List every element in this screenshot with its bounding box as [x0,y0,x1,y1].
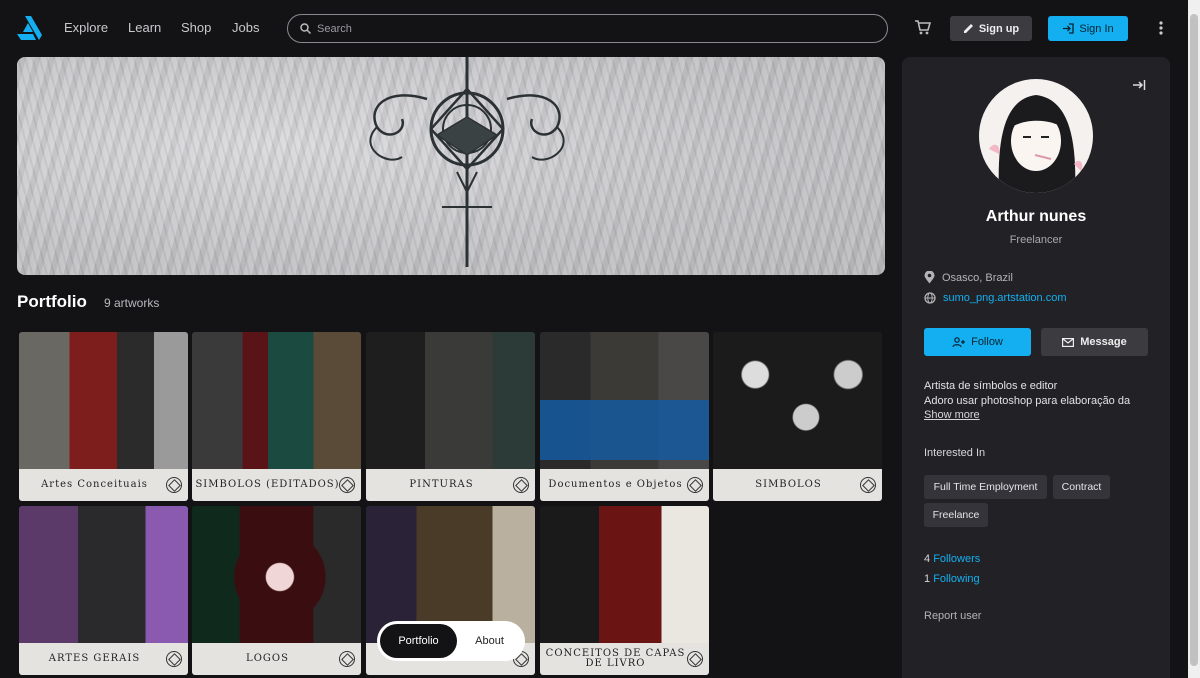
portfolio-item-artes-gerais[interactable]: ARTES GERAIS [19,506,188,675]
pencil-icon [963,24,973,33]
profile-website: sumo_png.artstation.com [924,292,1067,304]
profile-sidebar: Arthur nunes Freelancer Osasco, Brazil s… [902,57,1170,678]
portfolio-title: Portfolio [17,292,87,311]
avatar-illustration [989,95,1083,193]
profile-cover-banner [17,57,885,275]
sigil-mark-icon [513,477,529,493]
interest-chip-full-time: Full Time Employment [924,475,1047,499]
portfolio-item-simbolos-editados[interactable]: SIMBOLOS (EDITADOS) [192,332,361,501]
portfolio-item-simbolos[interactable]: SIMBOLOS [713,332,882,501]
sigil-mark-icon [687,477,703,493]
tab-about[interactable]: About [457,624,522,658]
profile-role: Freelancer [1009,234,1063,246]
website-link[interactable]: sumo_png.artstation.com [943,292,1067,304]
artwork-thumbnail [540,506,709,648]
follow-label: Follow [971,336,1003,348]
tile-label: Artes Conceituais [41,479,148,490]
following-link[interactable]: Following [933,573,979,585]
portfolio-item-pinturas[interactable]: PINTURAS [366,332,535,501]
artwork-thumbnail [366,332,535,474]
location-text: Osasco, Brazil [942,271,1013,284]
collapse-sidebar-icon[interactable] [1132,79,1146,91]
sigil-mark-icon [687,651,703,667]
mail-icon [1062,337,1075,347]
interested-in-heading: Interested In [924,447,986,459]
profile-location: Osasco, Brazil [924,271,1013,284]
portfolio-item-conceitos-de-capas[interactable]: CONCEITOS DE CAPAS DE LIVRO [540,506,709,675]
page-scrollbar-thumb[interactable] [1190,14,1198,666]
sign-up-label: Sign up [978,22,1020,35]
nav-explore[interactable]: Explore [64,20,108,35]
sigil-mark-icon [166,651,182,667]
sign-in-button[interactable]: Sign In [1048,16,1128,41]
tile-label: CONCEITOS DE CAPAS DE LIVRO [545,648,686,669]
nav-shop[interactable]: Shop [181,20,211,35]
artwork-thumbnail [192,506,361,648]
avatar [979,79,1093,193]
artwork-thumbnail [192,332,361,474]
artwork-thumbnail [713,332,882,474]
artstation-logo-icon[interactable] [16,16,42,40]
search-bar[interactable] [287,14,888,43]
report-user-link[interactable]: Report user [924,610,981,622]
message-label: Message [1080,336,1127,348]
top-navbar: Explore Learn Shop Jobs Sign up Sign In [0,0,1200,57]
cart-icon[interactable] [915,20,931,35]
sign-in-label: Sign In [1079,22,1114,35]
tile-label: ARTES GERAIS [48,653,141,664]
following-stat[interactable]: 1 Following [924,573,980,585]
profile-bio: Artista de símbolos e editor Adoro usar … [924,379,1154,409]
nav-jobs[interactable]: Jobs [232,20,259,35]
message-button[interactable]: Message [1041,328,1148,356]
tile-label: SIMBOLOS (EDITADOS) [195,479,340,490]
interest-chip-freelance: Freelance [924,503,988,527]
bio-line: Adoro usar photoshop para elaboração da [924,395,1131,407]
sigil-mark-icon [860,477,876,493]
sigil-mark-icon [339,651,355,667]
tile-label: LOGOS [246,653,289,664]
show-more-link[interactable]: Show more [924,409,980,421]
followers-count: 4 [924,553,931,565]
followers-link[interactable]: Followers [933,553,980,565]
sigil-mark-icon [166,477,182,493]
artwork-count: 9 artworks [104,296,160,310]
portfolio-item-artes-conceituais[interactable]: Artes Conceituais [19,332,188,501]
interest-chip-contract: Contract [1053,475,1110,499]
profile-tabs: Portfolio About [377,621,525,661]
search-icon [300,23,311,34]
tile-label: Documentos e Objetos [548,479,683,490]
globe-icon [924,292,936,304]
add-user-icon [952,336,966,347]
artwork-thumbnail [19,506,188,648]
nav-learn[interactable]: Learn [128,20,161,35]
location-pin-icon [924,271,935,284]
profile-name: Arthur nunes [985,208,1087,225]
tab-portfolio[interactable]: Portfolio [380,624,457,658]
bio-line: Artista de símbolos e editor [924,380,1058,392]
portfolio-item-documentos-e-objetos[interactable]: Documentos e Objetos [540,332,709,501]
artwork-thumbnail [540,332,709,474]
artwork-thumbnail [19,332,188,474]
portfolio-item-logos[interactable]: LOGOS [192,506,361,675]
following-count: 1 [924,573,931,585]
cover-sigil-graphic [369,57,565,267]
tile-label: PINTURAS [409,479,474,490]
followers-stat[interactable]: 4 Followers [924,553,980,565]
follow-button[interactable]: Follow [924,328,1031,356]
login-icon [1063,23,1075,34]
more-vertical-icon[interactable] [1156,20,1166,36]
search-input[interactable] [317,22,857,35]
sign-up-button[interactable]: Sign up [950,16,1032,41]
sigil-mark-icon [339,477,355,493]
tile-label: SIMBOLOS [755,479,822,490]
